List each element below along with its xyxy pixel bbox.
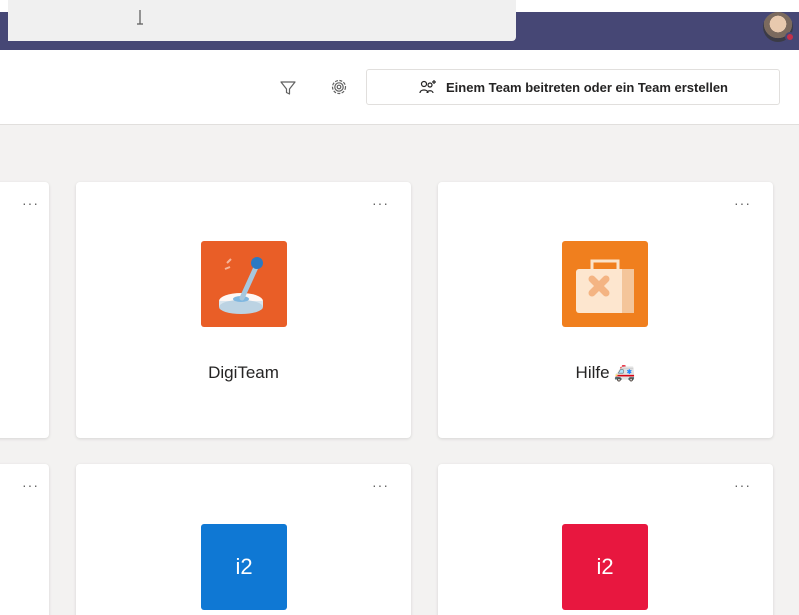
teams-window: Einem Team beitreten oder ein Team erste…	[0, 0, 799, 615]
team-card[interactable]: ···	[0, 464, 49, 615]
team-card-digiteam[interactable]: ··· DigiTeam	[76, 182, 411, 438]
first-aid-kit-icon	[576, 259, 634, 313]
gear-icon[interactable]	[330, 78, 348, 96]
more-options-icon[interactable]: ···	[22, 478, 39, 492]
title-bar	[0, 0, 799, 50]
team-tile: i2	[562, 524, 648, 610]
teams-command-bar: Einem Team beitreten oder ein Team erste…	[0, 50, 799, 125]
more-options-icon[interactable]: ···	[372, 196, 389, 210]
more-options-icon[interactable]: ···	[734, 196, 751, 210]
team-tile: i2	[201, 524, 287, 610]
team-name: Hilfe 🚑	[575, 363, 636, 382]
search-input[interactable]	[8, 0, 516, 41]
team-tile-initials: i2	[596, 554, 614, 579]
text-cursor-icon	[137, 10, 143, 25]
more-options-icon[interactable]: ···	[22, 196, 39, 210]
team-card-hilfe[interactable]: ··· Hilfe 🚑	[438, 182, 773, 438]
presence-status-badge	[785, 32, 795, 42]
join-button-label: Einem Team beitreten oder ein Team erste…	[445, 79, 728, 95]
team-tile-initials: i2	[235, 554, 253, 579]
filter-icon[interactable]	[279, 79, 297, 97]
more-options-icon[interactable]: ···	[734, 478, 751, 492]
joystick-icon	[219, 257, 263, 314]
team-add-icon	[419, 80, 436, 94]
more-options-icon[interactable]: ···	[372, 478, 389, 492]
team-tile	[562, 241, 648, 327]
user-avatar[interactable]	[763, 12, 795, 42]
team-card[interactable]: ··· i2	[76, 464, 411, 615]
team-name: DigiTeam	[208, 363, 279, 382]
team-card[interactable]: ···	[0, 182, 49, 438]
team-tile	[201, 241, 287, 327]
join-or-create-team-button[interactable]: Einem Team beitreten oder ein Team erste…	[366, 69, 780, 105]
team-card[interactable]: ··· i2	[438, 464, 773, 615]
